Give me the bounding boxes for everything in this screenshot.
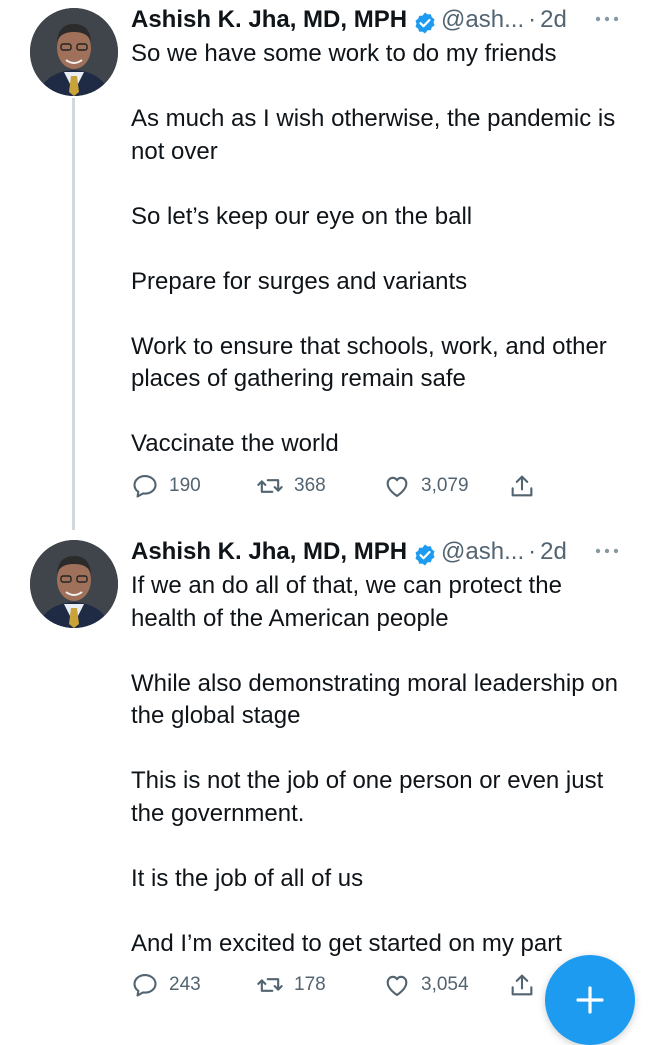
more-icon[interactable] — [594, 544, 620, 558]
retweet-button[interactable]: 178 — [256, 969, 326, 1001]
tweet-paragraph: It is the job of all of us — [131, 864, 364, 892]
like-button[interactable]: 3,079 — [383, 470, 469, 502]
retweet-button[interactable]: 368 — [256, 470, 326, 502]
tweet-text: So we have some work to do my friends As… — [131, 38, 631, 461]
like-icon — [386, 975, 408, 996]
like-button[interactable]: 3,054 — [383, 969, 469, 1001]
like-icon — [386, 476, 408, 497]
more-icon[interactable] — [594, 12, 620, 26]
reply-button[interactable]: 243 — [131, 969, 201, 1001]
separator-dot: · — [528, 6, 537, 33]
separator-dot: · — [528, 538, 537, 565]
share-button[interactable] — [508, 470, 536, 502]
like-count: 3,079 — [421, 475, 469, 496]
share-button[interactable] — [508, 969, 536, 1001]
retweet-count: 178 — [294, 974, 326, 995]
reply-icon — [133, 475, 157, 498]
tweet-paragraph: If we an do all of that, we can protect … — [131, 572, 562, 632]
retweet-icon — [257, 978, 283, 992]
tweet-timestamp[interactable]: 2d — [540, 0, 567, 40]
tweet-actions: 190 368 3,079 — [131, 470, 551, 502]
compose-tweet-button[interactable] — [545, 955, 635, 1045]
author-name[interactable]: Ashish K. Jha, MD, MPH — [131, 532, 407, 572]
tweet-paragraph: And I’m excited to get started on my par… — [131, 929, 562, 957]
like-count: 3,054 — [421, 974, 469, 995]
tweet-paragraph: This is not the job of one person or eve… — [131, 767, 604, 827]
tweet-text: If we an do all of that, we can protect … — [131, 570, 631, 960]
tweet-paragraph: So let’s keep our eye on the ball — [131, 202, 473, 230]
verified-badge-icon — [413, 540, 437, 566]
retweet-count: 368 — [294, 475, 326, 496]
tweet-2[interactable]: Ashish K. Jha, MD, MPH @ash... · 2d If w… — [0, 532, 653, 1024]
reply-count: 190 — [169, 475, 201, 496]
share-icon — [511, 475, 533, 497]
reply-count: 243 — [169, 974, 201, 995]
tweet-actions: 243 178 3,054 — [131, 969, 551, 1001]
author-avatar[interactable] — [30, 8, 118, 96]
verified-badge-icon — [413, 8, 437, 34]
tweet-paragraph: So we have some work to do my friends — [131, 40, 557, 67]
author-handle[interactable]: @ash... — [441, 532, 524, 572]
tweet-paragraph: Vaccinate the world — [131, 430, 339, 457]
tweet-paragraph: While also demonstrating moral leadershi… — [131, 669, 618, 730]
author-avatar[interactable] — [30, 540, 118, 628]
reply-button[interactable]: 190 — [131, 470, 201, 502]
tweet-paragraph: Prepare for surges and variants — [131, 267, 468, 295]
tweet-paragraph: Work to ensure that schools, work, and o… — [131, 332, 607, 393]
compose-plus-icon — [576, 986, 604, 1014]
share-icon — [511, 974, 533, 996]
tweet-timestamp[interactable]: 2d — [540, 532, 567, 572]
tweet-paragraph: As much as I wish otherwise, the pandemi… — [131, 105, 616, 165]
author-handle[interactable]: @ash... — [441, 0, 524, 40]
reply-icon — [133, 974, 157, 997]
tweet-1[interactable]: Ashish K. Jha, MD, MPH @ash... · 2d So w… — [0, 0, 653, 510]
retweet-icon — [257, 479, 283, 493]
author-name[interactable]: Ashish K. Jha, MD, MPH — [131, 0, 407, 40]
